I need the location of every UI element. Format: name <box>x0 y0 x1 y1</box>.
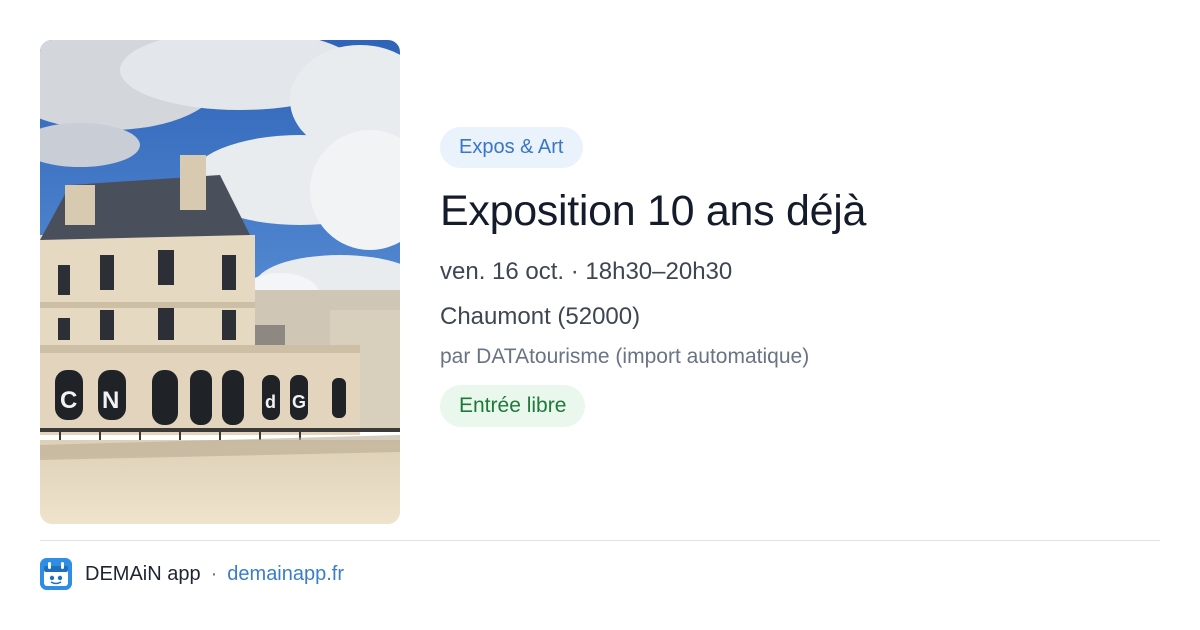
app-url-link[interactable]: demainapp.fr <box>227 563 344 586</box>
event-photo: C N d G <box>40 40 400 524</box>
app-name: DEMAiN app <box>85 562 201 585</box>
window-letter: G <box>292 392 306 412</box>
event-title: Exposition 10 ans déjà <box>440 187 867 235</box>
event-location: Chaumont (52000) <box>440 303 641 330</box>
price-badge: Entrée libre <box>440 385 586 427</box>
event-info: Expos & Art Exposition 10 ans déjà ven. … <box>440 127 1160 427</box>
category-badge[interactable]: Expos & Art <box>440 127 583 168</box>
footer-divider <box>40 540 1160 541</box>
window-letter: C <box>60 387 77 414</box>
event-datetime: ven. 16 oct. · 18h30–20h30 <box>440 258 733 285</box>
footer: DEMAiN app · demainapp.fr <box>40 558 344 590</box>
demain-logo-icon <box>40 558 72 590</box>
event-source: par DATAtourisme (import automatique) <box>440 345 810 368</box>
window-letter: d <box>265 392 276 412</box>
window-letter: N <box>102 387 119 414</box>
footer-separator: · <box>210 562 218 585</box>
